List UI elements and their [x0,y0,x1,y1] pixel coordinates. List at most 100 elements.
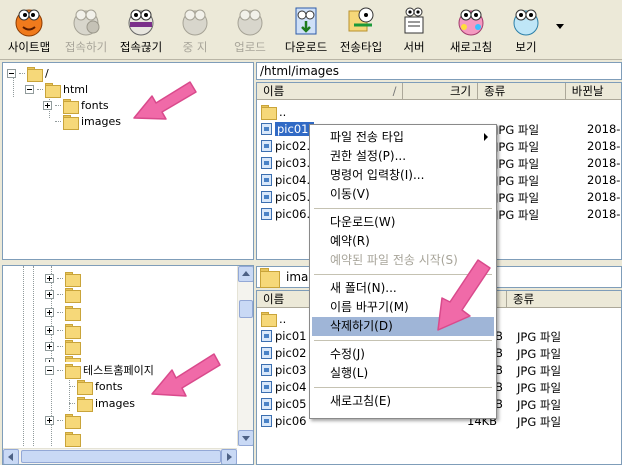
local-tree-horizontal-scrollbar[interactable] [3,448,237,464]
file-type: JPG 파일 [517,347,562,361]
tree-node-html[interactable]: html [25,81,88,98]
column-size-header[interactable]: 크기 [403,83,479,99]
collapse-icon[interactable] [45,365,54,375]
tree-node-fonts[interactable]: fonts [43,97,109,114]
tree-node-root[interactable]: / [7,65,49,82]
column-type-header[interactable]: 종류 [507,291,621,307]
expand-icon[interactable] [45,307,54,317]
upload-label: 업로드 [234,40,266,54]
list-item-parent[interactable]: .. [261,310,286,327]
remote-list-header: 이름 / 크기 종류 바뀐날 [257,83,621,100]
file-name: pic05. [275,189,311,204]
file-type: JPG 파일 [517,398,562,412]
column-name-header[interactable]: 이름 / [257,83,404,99]
remote-path-text: /html/images [260,64,340,78]
disconnect-icon [128,9,154,36]
submenu-arrow-icon [484,133,488,141]
file-name: pic03. [275,155,311,170]
download-label: 다운로드 [284,40,328,54]
folder-icon [261,105,277,120]
connect-label: 접속하기 [64,40,108,54]
collapse-icon[interactable] [25,84,34,94]
toolbar-dropdown-arrow-icon[interactable] [556,24,564,29]
expand-icon[interactable] [45,341,54,351]
expand-icon[interactable] [45,415,54,425]
context-menu-item[interactable]: 권한 설정(P)... [312,147,494,166]
folder-icon [65,287,81,303]
sitemap-button[interactable]: 사이트맵 [2,0,56,58]
server-button[interactable]: 서버 [394,0,434,58]
expand-icon[interactable] [45,325,54,335]
tree-node[interactable] [45,338,83,355]
expand-icon[interactable] [43,100,52,110]
image-file-icon [261,207,272,220]
folder-icon [27,66,43,82]
context-menu-item[interactable]: 예약(R) [312,232,494,251]
file-type: JPG 파일 [517,381,562,395]
context-menu-item[interactable]: 새로고침(E) [312,392,494,411]
tree-node[interactable] [45,430,83,447]
list-item-parent[interactable]: .. [261,103,286,120]
expand-icon[interactable] [45,289,54,299]
view-button[interactable]: 보기 [506,0,546,58]
expand-icon[interactable] [45,273,54,283]
file-date: 2018-12 [587,139,621,153]
image-file-icon [261,156,272,169]
image-file-icon [261,190,272,203]
folder-icon [65,431,81,447]
image-file-icon [261,380,272,393]
refresh-button[interactable]: 새로고침 [444,0,498,58]
tree-node[interactable] [45,412,83,429]
scroll-down-arrow-icon[interactable] [238,430,253,446]
disconnect-button[interactable]: 접속끊기 [114,0,168,58]
toolbar: 사이트맵 접속하기 접속끊기 중 지 업로드 다운로드 전송타입 서버 새로고침… [0,0,622,60]
tree-node[interactable] [45,270,83,287]
folder-icon [260,268,280,288]
folder-icon [63,98,79,114]
tree-node[interactable] [45,286,83,303]
file-date: 2018-12 [587,173,621,187]
context-menu-item[interactable]: 파일 전송 타입 [312,128,494,147]
upload-button[interactable]: 업로드 [226,0,274,58]
download-button[interactable]: 다운로드 [280,0,332,58]
context-menu-item[interactable]: 다운로드(W) [312,213,494,232]
view-icon [513,9,539,36]
context-menu-item[interactable]: 이동(V) [312,185,494,204]
annotation-arrow-icon [151,353,221,397]
scroll-thumb[interactable] [239,300,253,318]
file-type: JPG 파일 [517,415,562,429]
tree-node[interactable] [45,304,83,321]
scroll-right-arrow-icon[interactable] [221,449,237,464]
tree-label: 테스트홈페이지 [83,364,154,377]
scroll-thumb[interactable] [21,450,221,463]
tree-node[interactable] [45,322,83,339]
tree-node-images[interactable]: images [55,113,121,130]
file-date: 2018-12 [587,190,621,204]
context-menu-item[interactable]: 실행(L) [312,364,494,383]
context-menu-item[interactable]: 수정(J) [312,345,494,364]
tree-node-homepage[interactable]: 테스트홈페이지 [45,362,154,379]
scroll-left-arrow-icon[interactable] [3,449,19,464]
collapse-icon[interactable] [7,68,16,78]
folder-icon [65,339,81,355]
tree-label: fonts [81,98,109,112]
file-name: pic01 [275,328,307,343]
remote-path-bar[interactable]: /html/images [256,62,622,80]
local-tree-vertical-scrollbar[interactable] [237,266,253,446]
tree-node-local-fonts[interactable]: fonts [69,378,123,395]
tree-label: images [81,114,121,128]
file-date: 2018-12 [587,156,621,170]
folder-icon [63,114,79,130]
file-name: pic06. [275,206,311,221]
tree-node-local-images[interactable]: images [69,395,135,412]
upload-icon [237,9,263,36]
column-date-header[interactable]: 바뀐날 [566,83,621,99]
transfer-type-button[interactable]: 전송타입 [334,0,388,58]
connect-button[interactable]: 접속하기 [60,0,112,58]
stop-button[interactable]: 중 지 [172,0,218,58]
scroll-up-arrow-icon[interactable] [238,266,253,282]
context-menu-item[interactable]: 명령어 입력창(I)... [312,166,494,185]
stop-icon [182,9,208,36]
sitemap-icon [15,9,43,37]
column-type-header[interactable]: 종류 [478,83,566,99]
